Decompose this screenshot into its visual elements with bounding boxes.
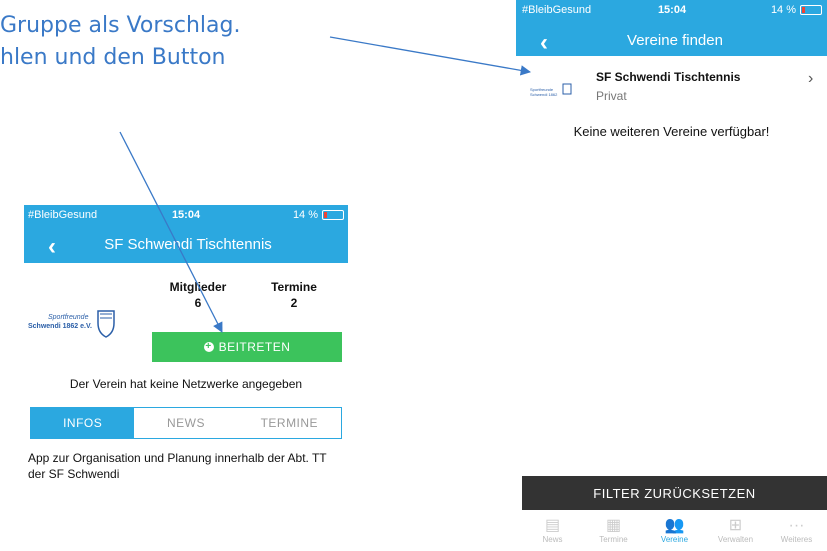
status-bar: #BleibGesund 15:04 14 % (522, 4, 823, 16)
tab-label: Weiteres (780, 535, 813, 544)
calendar-icon: ▦ (605, 517, 622, 534)
news-icon: ▤ (544, 517, 561, 534)
tab-news[interactable]: NEWS (134, 408, 237, 438)
plus-circle-icon: + (203, 341, 214, 352)
tab-termine[interactable]: ▦ Termine (583, 513, 644, 551)
club-detail-screen: #BleibGesund 15:04 14 % ‹ SF Schwendi Ti… (24, 205, 348, 505)
reset-filter-button[interactable]: FILTER ZURÜCKSETZEN (522, 476, 827, 510)
battery-percent: 14 % (770, 4, 797, 16)
status-bar: #BleibGesund 15:04 14 % (28, 209, 345, 221)
annotation-line-1: Gruppe als Vorschlag. (0, 13, 241, 38)
svg-text:Schwendi 1862 e.V.: Schwendi 1862 e.V. (28, 323, 92, 330)
club-name: SF Schwendi Tischtennis (596, 70, 741, 84)
battery-icon (800, 5, 823, 15)
no-networks-text: Der Verein hat keine Netzwerke angegeben (69, 377, 303, 391)
members-label: Mitglieder (169, 280, 227, 294)
members-count: 6 (194, 296, 202, 310)
header: #BleibGesund 15:04 14 % ‹ Vereine finden (516, 0, 827, 56)
tab-bar: ▤ News ▦ Termine 👥 Vereine ⊞ Verwalten ·… (522, 513, 827, 551)
tab-weiteres[interactable]: ··· Weiteres (766, 513, 827, 551)
carrier-label: #BleibGesund (28, 209, 98, 221)
tab-news[interactable]: ▤ News (522, 513, 583, 551)
hierarchy-icon: ⊞ (728, 517, 743, 534)
page-title: SF Schwendi Tischtennis (104, 236, 272, 253)
club-logo: Sportfreunde Schwendi 1862 e.V. (28, 310, 115, 338)
events-label: Termine (271, 280, 317, 294)
annotation-line-2: hlen und den Button (0, 45, 226, 70)
navbar: ‹ Vereine finden (530, 29, 820, 57)
club-search-screen: #BleibGesund 15:04 14 % ‹ Vereine finden… (516, 0, 827, 551)
tab-label: Verwalten (717, 535, 754, 544)
tab-label: Vereine (660, 535, 689, 544)
clock: 15:04 (657, 4, 687, 16)
tab-label: News (542, 535, 563, 544)
join-button[interactable]: + BEITRETEN (152, 332, 342, 362)
club-type: Privat (596, 89, 627, 103)
tab-infos[interactable]: INFOS (31, 408, 135, 438)
page-title: Vereine finden (627, 32, 723, 49)
join-button-label: BEITRETEN (218, 340, 291, 354)
annotation-text: Gruppe als Vorschlag. hlen und den Butto… (0, 10, 240, 74)
empty-message: Keine weiteren Vereine verfügbar! (573, 124, 770, 139)
group-icon: 👥 (664, 517, 685, 534)
clock: 15:04 (171, 209, 201, 221)
segment-control: INFOS NEWS TERMINE (30, 407, 342, 439)
club-logo: Sportfreunde Schwendi 1862 (530, 83, 572, 97)
battery-icon (322, 210, 345, 220)
tab-termine[interactable]: TERMINE (238, 408, 341, 438)
carrier-label: #BleibGesund (522, 4, 592, 16)
chevron-right-icon: › (808, 70, 814, 87)
svg-text:Sportfreunde: Sportfreunde (48, 314, 89, 321)
arrow-to-club-item (329, 36, 532, 76)
club-description: App zur Organisation und Planung innerha… (28, 451, 327, 481)
header: #BleibGesund 15:04 14 % ‹ SF Schwendi Ti… (24, 205, 348, 263)
events-count: 2 (290, 296, 298, 310)
battery-percent: 14 % (292, 209, 319, 221)
tab-verwalten[interactable]: ⊞ Verwalten (705, 513, 766, 551)
tab-label: Termine (599, 535, 628, 544)
navbar: ‹ SF Schwendi Tischtennis (38, 233, 338, 261)
tab-vereine[interactable]: 👥 Vereine (644, 513, 705, 551)
svg-text:Schwendi 1862: Schwendi 1862 (530, 92, 558, 97)
more-icon: ··· (788, 517, 805, 534)
